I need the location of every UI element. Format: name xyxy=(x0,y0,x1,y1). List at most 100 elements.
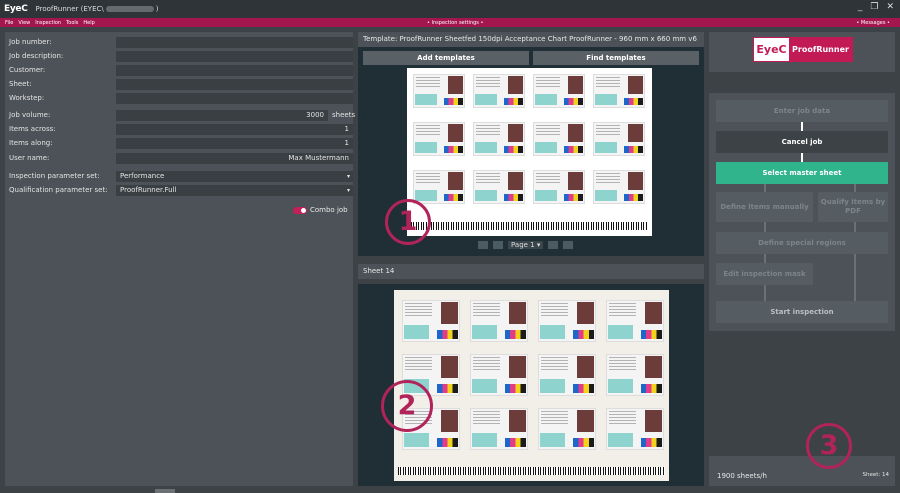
sheet-barcode xyxy=(411,222,648,230)
items-along-input[interactable]: 1 xyxy=(116,138,353,149)
cancel-job-button[interactable]: Cancel job xyxy=(716,131,888,153)
sheet-item-card xyxy=(533,170,585,204)
select-master-sheet-button[interactable]: Select master sheet xyxy=(716,162,888,184)
sheet-row: Sheet: xyxy=(9,79,353,90)
captured-sheet-image[interactable] xyxy=(394,290,669,481)
sheet-item-card xyxy=(402,300,460,342)
define-special-regions-button[interactable]: Define special regions xyxy=(716,232,888,254)
job-volume-row: Job volume: 3000 sheets xyxy=(9,110,355,121)
minimize-icon[interactable]: _ xyxy=(858,2,863,12)
proofrunner-logo: EyeC ProofRunner xyxy=(753,37,853,62)
page-select[interactable]: Page 1 ▾ xyxy=(508,241,544,249)
sheet-item-card xyxy=(593,170,645,204)
user-name-row: User name: Max Mustermann xyxy=(9,153,353,164)
items-along-row: Items along: 1 xyxy=(9,138,353,149)
workflow-panel: Enter job data Cancel job Select master … xyxy=(709,93,895,331)
workflow-connector xyxy=(764,222,766,232)
items-across-label: Items across: xyxy=(9,125,56,133)
customer-label: Customer: xyxy=(9,66,46,74)
close-icon[interactable]: ✕ xyxy=(886,2,894,12)
job-volume-label: Job volume: xyxy=(9,111,51,119)
sheet-item-card xyxy=(593,74,645,108)
sheet-item-card xyxy=(533,122,585,156)
callout-marker-1: 1 xyxy=(385,199,431,245)
job-number-input[interactable] xyxy=(116,37,353,48)
workstep-input[interactable] xyxy=(116,93,353,104)
dropdown-arrow-icon: ▾ xyxy=(346,173,350,180)
qualification-set-select[interactable]: ProofRunner.Full ▾ xyxy=(116,185,353,196)
customer-input[interactable] xyxy=(116,65,353,76)
items-across-input[interactable]: 1 xyxy=(116,124,353,135)
sheet-item-card xyxy=(538,408,596,450)
workflow-connector xyxy=(854,222,856,232)
sheet-item-card xyxy=(473,74,525,108)
restore-icon[interactable]: ❐ xyxy=(870,2,878,12)
sheet-item-card xyxy=(473,170,525,204)
items-across-row: Items across: 1 xyxy=(9,124,353,135)
callout-marker-3: 3 xyxy=(806,423,852,469)
workflow-connector xyxy=(801,122,803,131)
messages-menu[interactable]: • Messages • xyxy=(856,20,890,26)
job-description-row: Job description: xyxy=(9,51,353,62)
title-bar: EyeC ProofRunner (EYEC\) _ ❐ ✕ xyxy=(0,0,900,18)
inspection-settings-menu[interactable]: • Inspection settings • xyxy=(427,20,483,26)
workflow-connector xyxy=(764,285,766,301)
template-sheet-preview[interactable] xyxy=(407,68,652,236)
sheet-item-card xyxy=(413,74,465,108)
next-page-icon[interactable] xyxy=(548,241,559,249)
inspection-set-select[interactable]: Performance ▾ xyxy=(116,171,353,182)
job-description-label: Job description: xyxy=(9,52,64,60)
sheet-input[interactable] xyxy=(116,79,353,90)
page-navigator: Page 1 ▾ xyxy=(478,241,574,249)
redacted-text xyxy=(105,6,154,12)
items-along-label: Items along: xyxy=(9,139,53,147)
sheet-item-card xyxy=(413,122,465,156)
menu-bar: File View Inspection Tools Help • Inspec… xyxy=(0,18,900,27)
qualification-set-label: Qualification parameter set: xyxy=(9,186,108,194)
scroll-handle[interactable] xyxy=(155,489,175,493)
inspection-set-label: Inspection parameter set: xyxy=(9,172,100,180)
app-logo: EyeC xyxy=(4,4,28,14)
inspection-set-row: Inspection parameter set: Performance ▾ xyxy=(9,171,353,182)
enter-job-data-button[interactable]: Enter job data xyxy=(716,100,888,122)
job-volume-unit: sheets xyxy=(332,111,356,119)
menu-file[interactable]: File xyxy=(5,20,13,26)
add-templates-button[interactable]: Add templates xyxy=(363,51,529,65)
job-description-input[interactable] xyxy=(116,51,353,62)
callout-marker-2: 2 xyxy=(381,380,433,432)
workstep-label: Workstep: xyxy=(9,94,45,102)
sheet-counter: Sheet: 14 xyxy=(862,472,889,478)
menu-help[interactable]: Help xyxy=(83,20,94,26)
dropdown-arrow-icon: ▾ xyxy=(346,187,350,194)
template-header: Template: ProofRunner Sheetfed 150dpi Ac… xyxy=(358,32,704,47)
start-inspection-button[interactable]: Start inspection xyxy=(716,301,888,323)
prev-page-icon[interactable] xyxy=(493,241,503,249)
menu-inspection[interactable]: Inspection xyxy=(35,20,61,26)
customer-row: Customer: xyxy=(9,65,353,76)
menu-view[interactable]: View xyxy=(18,20,30,26)
sheet-item-card xyxy=(470,408,528,450)
sheet-item-card xyxy=(538,300,596,342)
sheet-item-card xyxy=(470,300,528,342)
sheet-item-card xyxy=(593,122,645,156)
qualify-items-by-pdf-button[interactable]: Qualify items by PDF xyxy=(818,192,888,222)
find-templates-button[interactable]: Find templates xyxy=(533,51,699,65)
status-panel: 1900 sheets/h Sheet: 14 xyxy=(709,456,895,486)
edit-inspection-mask-button[interactable]: Edit inspection mask xyxy=(716,263,813,285)
job-volume-input[interactable]: 3000 xyxy=(116,110,328,121)
define-items-manually-button[interactable]: Define items manually xyxy=(716,192,813,222)
brand-panel: EyeC ProofRunner xyxy=(709,32,895,72)
combo-job-toggle[interactable]: Combo job xyxy=(293,206,348,214)
menu-tools[interactable]: Tools xyxy=(66,20,78,26)
last-page-icon[interactable] xyxy=(563,241,574,249)
workflow-connector xyxy=(764,254,766,263)
toggle-switch-icon xyxy=(293,206,307,214)
sheet-item-card xyxy=(470,354,528,396)
sheet-item-card xyxy=(538,354,596,396)
first-page-icon[interactable] xyxy=(478,241,488,249)
user-name-input[interactable]: Max Mustermann xyxy=(116,153,353,164)
job-number-row: Job number: xyxy=(9,37,353,48)
combo-job-label: Combo job xyxy=(310,206,348,214)
user-name-label: User name: xyxy=(9,154,50,162)
sheets-per-hour: 1900 sheets/h xyxy=(717,472,767,480)
